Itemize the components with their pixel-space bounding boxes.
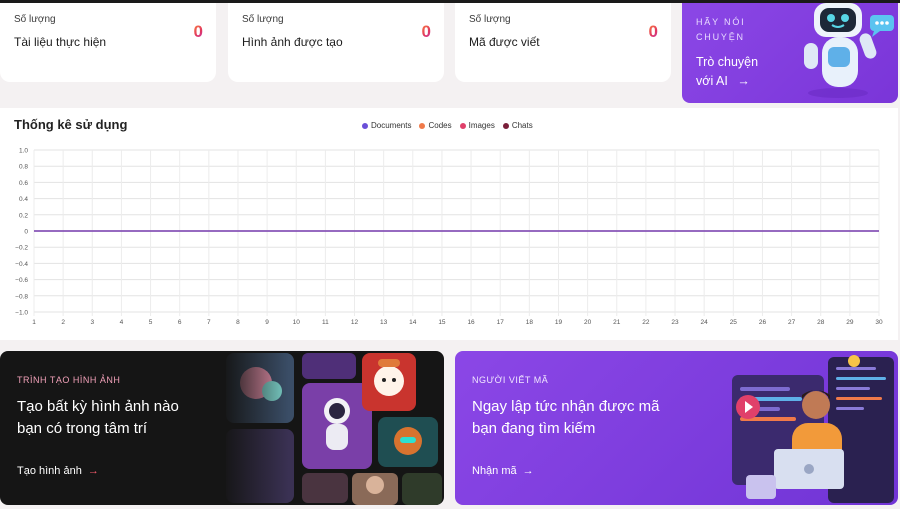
ai-art-collage [222, 351, 444, 505]
chart-legend: Documents Codes Images Chats [362, 121, 533, 130]
x-tick-label: 26 [759, 319, 767, 326]
y-tick-label: 0.6 [19, 180, 28, 187]
create-image-label: Tạo hình ảnh [17, 465, 82, 477]
y-tick-label: 0 [24, 229, 28, 236]
create-image-link[interactable]: Tạo hình ảnh → [17, 465, 99, 477]
x-tick-label: 20 [584, 319, 592, 326]
stat-label: Số lượng [14, 14, 56, 25]
x-tick-label: 17 [497, 319, 505, 326]
code-banner-headline: Ngay lập tức nhận được mã bạn đang tìm k… [472, 398, 660, 437]
stat-title: Tài liệu thực hiện [14, 35, 107, 49]
x-tick-label: 13 [380, 319, 388, 326]
x-tick-label: 6 [178, 319, 182, 326]
x-tick-label: 2 [61, 319, 65, 326]
y-tick-label: 0.8 [19, 164, 28, 171]
x-tick-label: 30 [875, 319, 883, 326]
stat-value: 0 [421, 22, 431, 41]
chat-promo-line2: với AI [696, 74, 728, 88]
legend-dot-icon [362, 122, 368, 129]
y-tick-label: −0.2 [15, 245, 28, 252]
stat-card-codes: Số lượng Mã được viết 0 [455, 3, 671, 82]
stat-card-documents: Số lượng Tài liệu thực hiện 0 [0, 3, 216, 82]
x-tick-label: 7 [207, 319, 211, 326]
x-tick-label: 12 [351, 319, 359, 326]
image-generator-banner[interactable]: TRÌNH TẠO HÌNH ẢNH Tạo bất kỳ hình ảnh n… [0, 351, 444, 505]
x-tick-label: 4 [120, 319, 124, 326]
legend-dot-icon [502, 122, 509, 129]
stat-title: Hình ảnh được tạo [242, 35, 343, 49]
usage-line-chart: 1.00.80.60.40.20−0.2−0.4−0.6−0.8−1.01 2 3 4… [15, 148, 883, 327]
y-tick-label: −0.6 [15, 277, 28, 284]
x-tick-label: 22 [642, 319, 650, 326]
arrow-right-icon: → [87, 465, 99, 477]
x-tick-label: 14 [409, 319, 417, 326]
legend-label: Codes [428, 121, 452, 130]
x-tick-label: 11 [322, 319, 329, 326]
y-tick-label: −0.8 [15, 293, 28, 300]
legend-dot-icon [459, 122, 466, 129]
y-tick-label: 0.2 [19, 212, 28, 219]
stat-card-images: Số lượng Hình ảnh được tạo 0 [228, 3, 444, 82]
x-tick-label: 3 [90, 319, 94, 326]
y-tick-label: −0.4 [15, 261, 28, 268]
y-tick-label: −1.0 [15, 310, 28, 317]
x-tick-label: 25 [730, 319, 738, 326]
x-tick-label: 27 [788, 319, 796, 326]
developer-illustration [732, 355, 894, 503]
legend-label: Images [468, 121, 495, 130]
legend-item-images[interactable]: Images [459, 121, 495, 130]
arrow-right-icon: → [737, 74, 750, 88]
x-tick-label: 9 [265, 319, 269, 326]
chart-title: Thống kê sử dụng [14, 117, 128, 132]
code-writer-banner[interactable]: NGƯỜI VIẾT MÃ Ngay lập tức nhận được mã … [455, 351, 898, 505]
legend-dot-icon [419, 122, 426, 129]
y-tick-label: 1.0 [19, 148, 28, 155]
x-tick-label: 8 [236, 319, 240, 326]
legend-label: Documents [371, 121, 412, 130]
x-tick-label: 29 [846, 319, 854, 326]
x-tick-label: 21 [613, 319, 621, 326]
x-tick-label: 15 [438, 319, 446, 326]
x-tick-label: 16 [467, 319, 475, 326]
x-tick-label: 18 [526, 319, 534, 326]
legend-item-chats[interactable]: Chats [502, 121, 533, 130]
x-tick-label: 10 [293, 319, 301, 326]
stat-label: Số lượng [469, 14, 511, 25]
x-tick-label: 19 [555, 319, 563, 326]
robot-illustration [804, 3, 894, 98]
x-tick-label: 5 [149, 319, 153, 326]
stat-value: 0 [193, 22, 203, 41]
legend-item-documents[interactable]: Documents [362, 121, 411, 130]
x-tick-label: 28 [817, 319, 825, 326]
get-code-label: Nhận mã [472, 465, 517, 477]
stat-value: 0 [648, 22, 658, 41]
x-tick-label: 24 [701, 319, 709, 326]
stat-title: Mã được viết [469, 35, 540, 49]
chat-promo-kicker: HÃY NÓI CHUYỆN [696, 17, 746, 42]
legend-item-codes[interactable]: Codes [419, 121, 452, 130]
y-tick-label: 0.4 [19, 196, 28, 203]
x-tick-label: 23 [671, 319, 679, 326]
stat-label: Số lượng [242, 14, 284, 25]
arrow-right-icon: → [522, 465, 534, 477]
get-code-link[interactable]: Nhận mã → [472, 465, 534, 477]
usage-chart-panel: 1.0 0.8 0.6 0.4 0.2 0 −0.2 −0.4 −0.6 −0.8 −1.0 1 2 3 4… [0, 108, 898, 340]
legend-label: Chats [511, 121, 533, 130]
x-tick-label: 1 [32, 319, 36, 326]
image-banner-headline: Tạo bất kỳ hình ảnh nào bạn có trong tâm… [17, 398, 179, 437]
